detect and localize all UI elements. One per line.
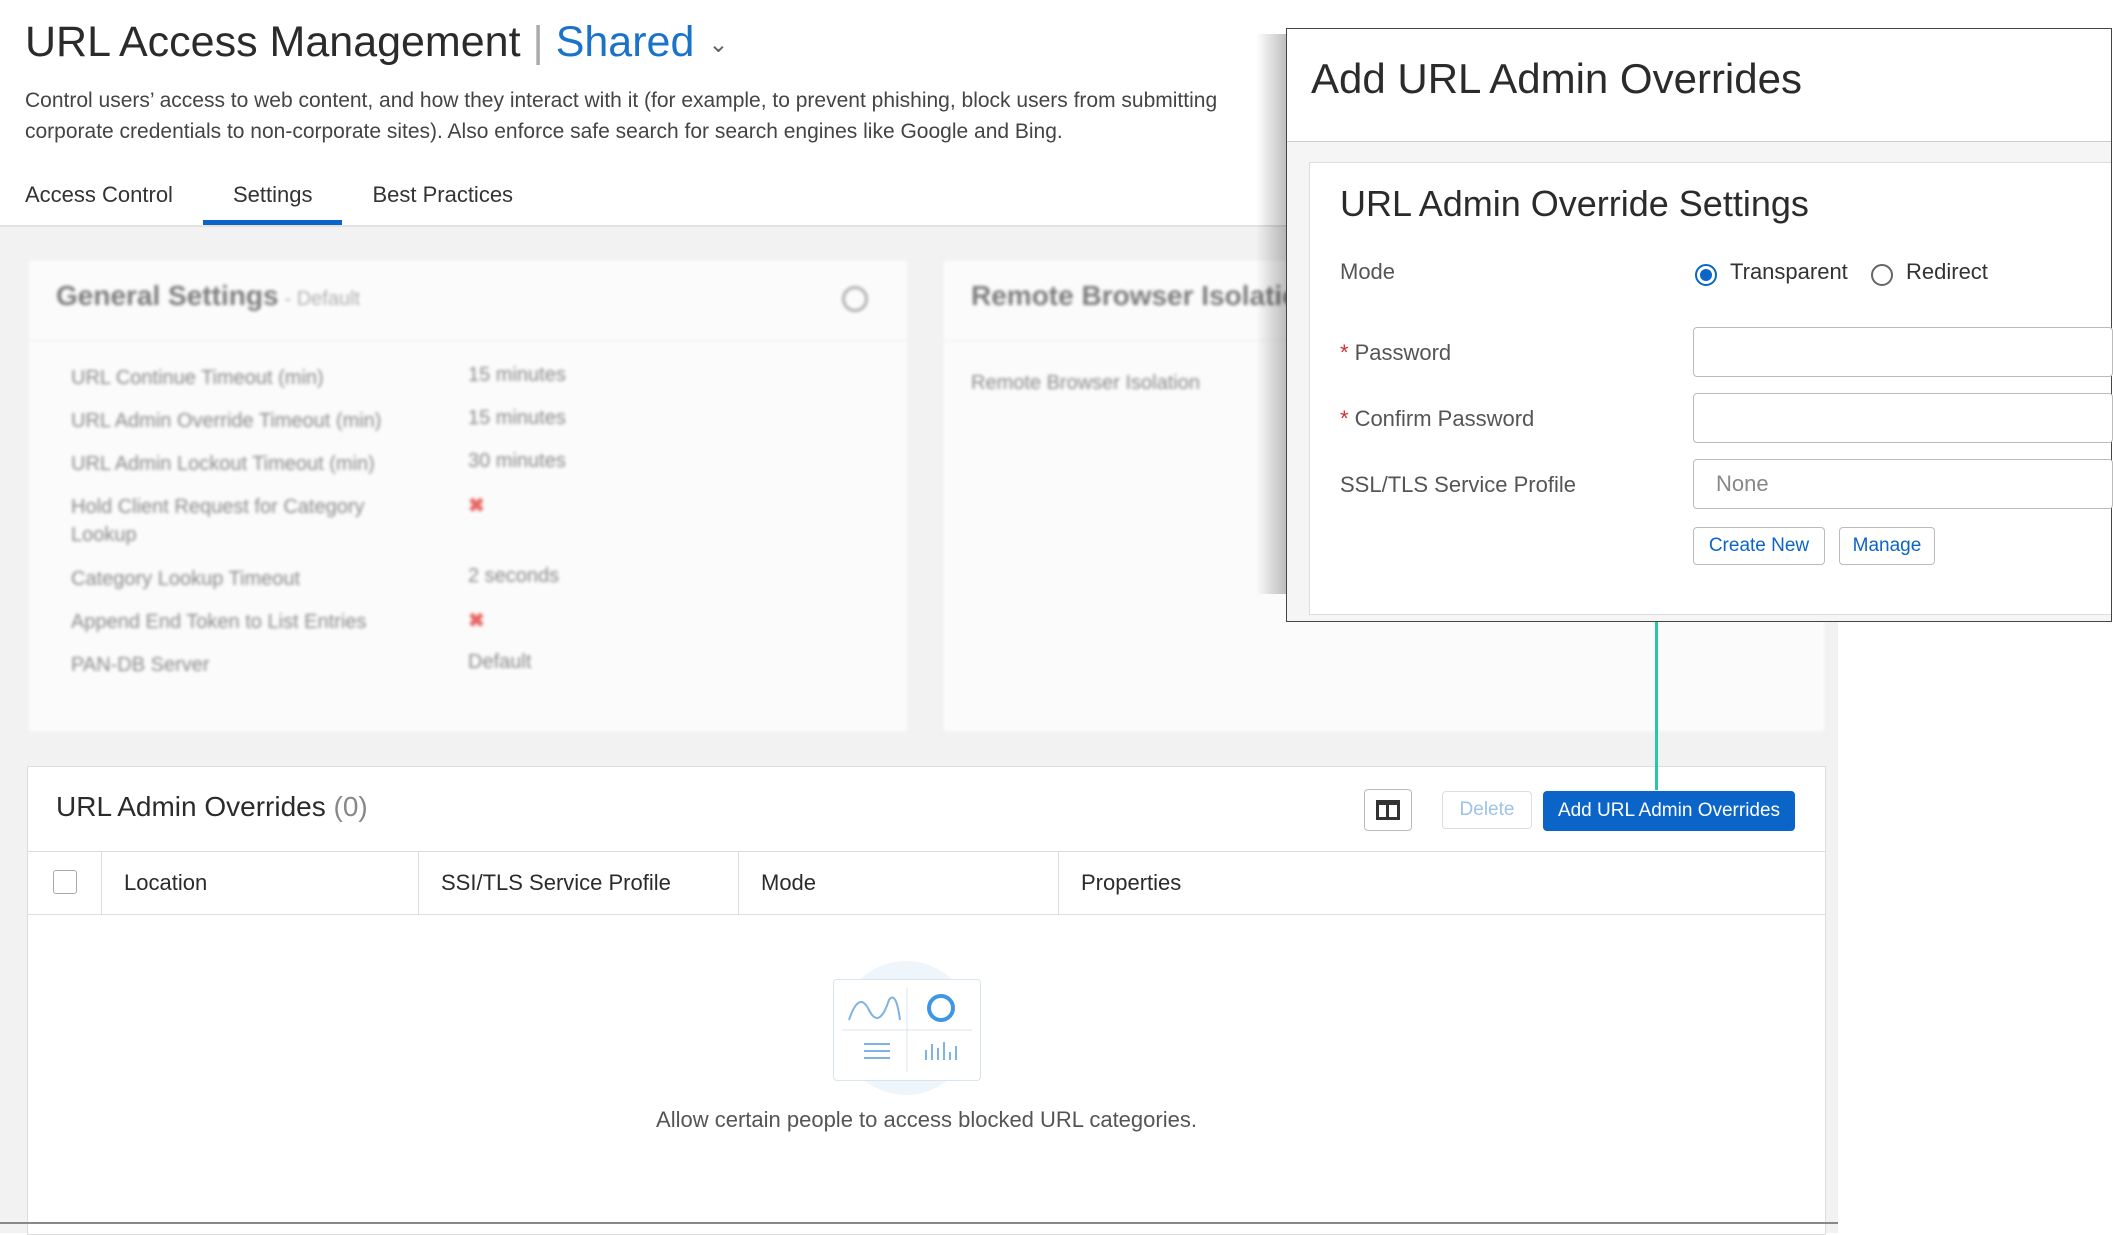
setting-label: Category Lookup Timeout: [71, 568, 301, 590]
setting-value: 15 minutes: [468, 407, 566, 429]
setting-value: 30 minutes: [468, 450, 566, 472]
dialog-title: Add URL Admin Overrides: [1311, 55, 1802, 102]
manage-button[interactable]: Manage: [1839, 527, 1935, 565]
add-url-admin-overrides-dialog: Add URL Admin Overrides URL Admin Overri…: [1286, 28, 2113, 622]
required-marker: *: [1340, 340, 1349, 365]
page-title: URL Access Management | Shared ⌄: [25, 18, 728, 67]
panel-title: URL Admin Override Settings: [1340, 183, 1809, 224]
tab-bar: Access Control Settings Best Practices: [25, 170, 573, 226]
url-admin-overrides-card: URL Admin Overrides (0) Delete Add URL A…: [27, 766, 1826, 1235]
column-ssl-profile[interactable]: SSI/TLS Service Profile: [418, 852, 738, 914]
tab-access-control[interactable]: Access Control: [25, 170, 173, 226]
page-title-text: URL Access Management: [25, 18, 521, 66]
setting-value: Default: [468, 651, 532, 673]
overrides-title: URL Admin Overrides (0): [56, 791, 368, 822]
column-location[interactable]: Location: [101, 852, 418, 914]
setting-value: 2 seconds: [468, 565, 560, 587]
tab-settings[interactable]: Settings: [203, 170, 342, 226]
scope-selector[interactable]: Shared: [556, 18, 695, 66]
password-input[interactable]: [1693, 327, 2113, 377]
general-settings-card: General Settings - Default URL Continue T…: [27, 259, 909, 733]
columns-icon: [1376, 800, 1400, 820]
empty-state-illustration: [833, 961, 981, 1095]
pagination-bar: [0, 1222, 1838, 1224]
page-description: Control users’ access to web content, an…: [25, 89, 1218, 143]
confirm-password-label: * Confirm Password: [1340, 406, 1535, 431]
tab-best-practices[interactable]: Best Practices: [372, 170, 513, 226]
gear-icon[interactable]: [842, 286, 868, 312]
select-all-checkbox[interactable]: [53, 870, 77, 894]
radio-redirect-label[interactable]: Redirect: [1906, 259, 1988, 285]
general-settings-title: General Settings - Default: [56, 280, 361, 311]
divider: [28, 340, 908, 341]
confirm-password-input[interactable]: [1693, 393, 2113, 443]
radio-transparent[interactable]: [1695, 264, 1717, 286]
title-separator: |: [532, 18, 544, 66]
dialog-shadow: [1256, 34, 1286, 594]
ssl-profile-label: SSL/TLS Service Profile: [1340, 472, 1576, 497]
close-icon: ✖: [468, 610, 485, 632]
setting-value: 15 minutes: [468, 364, 566, 386]
general-settings-subtitle: - Default: [284, 288, 361, 310]
columns-button[interactable]: [1364, 789, 1412, 831]
empty-state-text: Allow certain people to access blocked U…: [656, 1107, 1197, 1132]
rbi-label: Remote Browser Isolation: [971, 372, 1200, 394]
ssl-profile-select[interactable]: None: [1693, 459, 2113, 509]
mode-label: Mode: [1340, 259, 1396, 284]
create-new-button[interactable]: Create New: [1693, 527, 1825, 565]
setting-label: URL Continue Timeout (min): [71, 367, 324, 389]
setting-label: Append End Token to List Entries: [71, 611, 367, 633]
overrides-count: (0): [333, 791, 368, 822]
close-icon: ✖: [468, 495, 485, 517]
setting-label: Hold Client Request for Category Lookup: [71, 496, 365, 546]
column-properties[interactable]: Properties: [1058, 852, 1825, 914]
required-marker: *: [1340, 406, 1349, 431]
setting-label: URL Admin Override Timeout (min): [71, 410, 382, 432]
override-settings-panel: URL Admin Override Settings Mode Transpa…: [1309, 162, 2113, 615]
chevron-down-icon[interactable]: ⌄: [708, 31, 728, 58]
setting-label: PAN-DB Server: [71, 654, 210, 676]
chart-icon: [833, 979, 981, 1081]
delete-button[interactable]: Delete: [1442, 791, 1532, 829]
radio-transparent-label[interactable]: Transparent: [1730, 259, 1848, 285]
column-mode[interactable]: Mode: [738, 852, 1058, 914]
add-url-admin-overrides-button[interactable]: Add URL Admin Overrides: [1543, 791, 1795, 831]
setting-label: URL Admin Lockout Timeout (min): [71, 453, 375, 475]
dialog-body: URL Admin Override Settings Mode Transpa…: [1287, 142, 2113, 621]
radio-redirect[interactable]: [1871, 264, 1893, 286]
password-label: * Password: [1340, 340, 1452, 365]
table-header: Location SSI/TLS Service Profile Mode Pr…: [28, 851, 1825, 915]
